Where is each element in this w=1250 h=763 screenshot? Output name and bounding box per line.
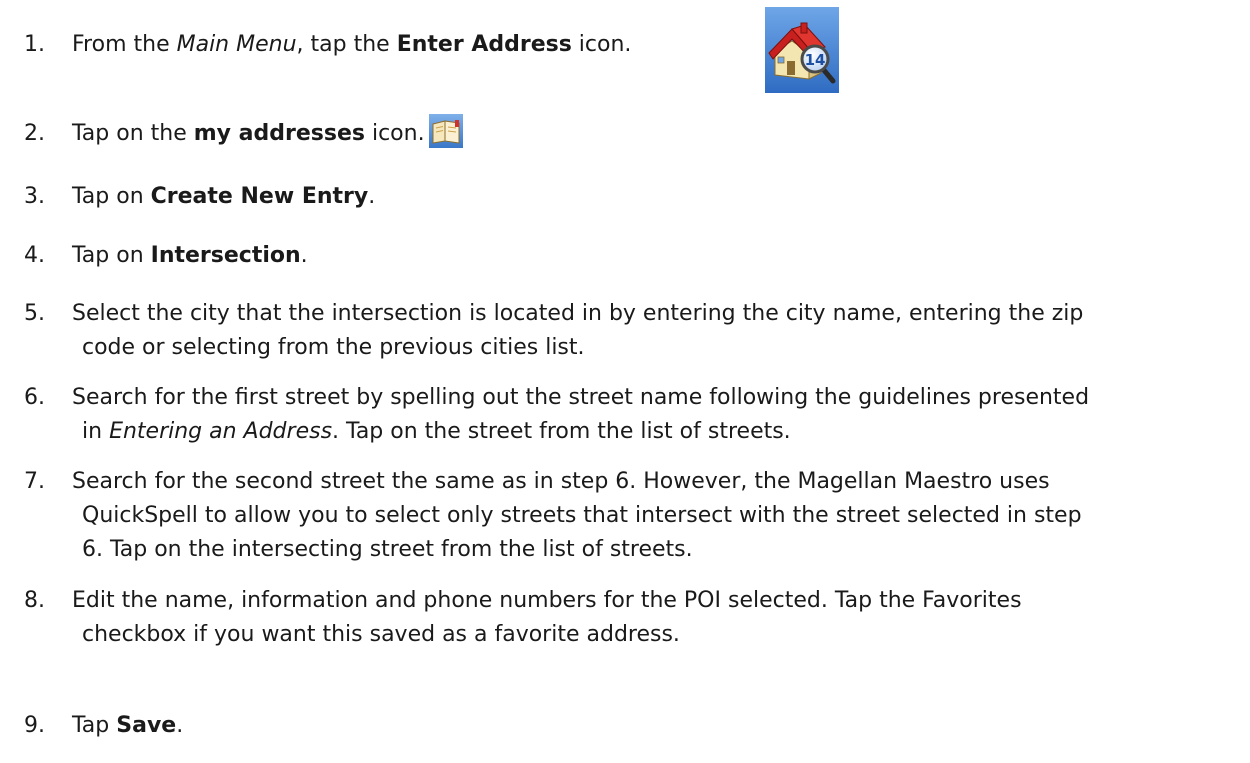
step-text: Tap on Create New Entry. bbox=[72, 184, 376, 209]
step-text: Search for the second street the same as… bbox=[72, 469, 1082, 562]
my-addresses-book-icon bbox=[428, 114, 463, 148]
house-badge-number: 14 bbox=[805, 51, 826, 69]
step-text: Search for the first street by spelling … bbox=[72, 385, 1090, 444]
enter-address-house-magnifier-icon: 14 bbox=[765, 7, 839, 93]
create-new-entry-label: Create New Entry bbox=[150, 184, 369, 209]
main-menu-reference: Main Menu bbox=[176, 32, 297, 57]
save-label: Save bbox=[116, 713, 177, 738]
step-text: Edit the name, information and phone num… bbox=[72, 588, 1022, 647]
step-text: From the Main Menu, tap the Enter Addres… bbox=[72, 32, 632, 57]
my-addresses-label: my addresses bbox=[193, 121, 365, 146]
intersection-label: Intersection bbox=[150, 243, 301, 268]
enter-address-label: Enter Address bbox=[396, 32, 572, 57]
step-text: Tap on the my addresses icon. bbox=[72, 114, 1242, 151]
entering-an-address-reference: Entering an Address bbox=[109, 419, 333, 444]
step-text: Select the city that the intersection is… bbox=[72, 301, 1084, 360]
step-text: Tap Save. bbox=[72, 713, 184, 738]
step-text: Tap on Intersection. bbox=[72, 243, 308, 268]
